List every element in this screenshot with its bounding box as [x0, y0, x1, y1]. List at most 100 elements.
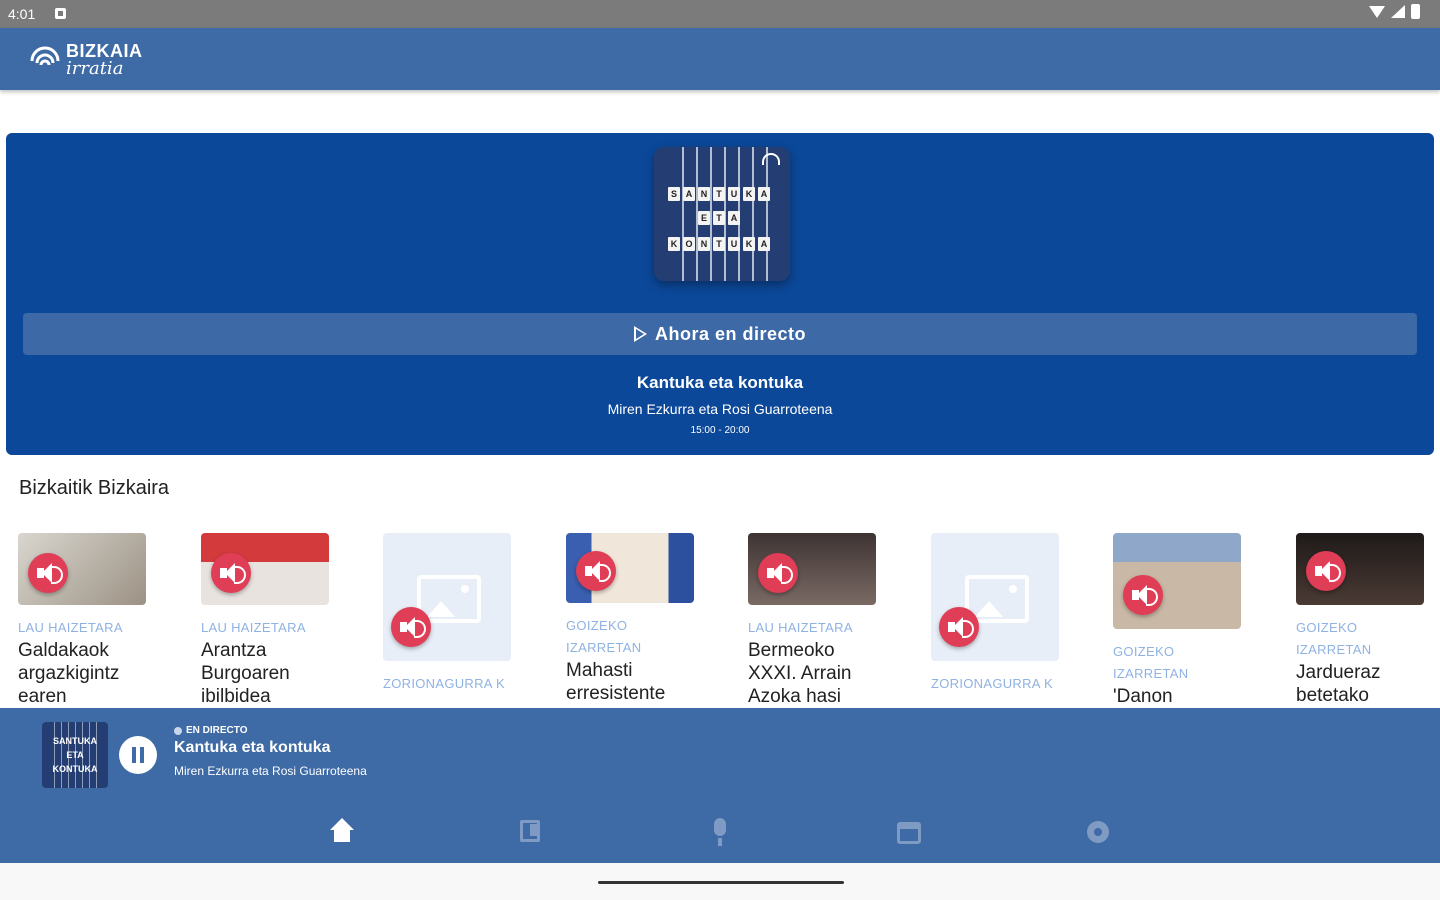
cover-row: ETA [698, 211, 740, 225]
podcast-card[interactable]: GOIZEKO IZARRETAN 'Danon [1113, 533, 1241, 708]
player-title: Kantuka eta kontuka [174, 739, 331, 756]
program-hosts: Miren Ezkurra eta Rosi Guarroteena [607, 401, 833, 417]
section-title: Bizkaitik Bizkaira [19, 477, 170, 499]
mini-player[interactable]: SANTUKA ETA KONTUKA EN DIRECTO Kantuka e… [0, 708, 1440, 800]
home-gesture-handle[interactable] [598, 881, 844, 884]
podcast-card[interactable]: ZORIONAGURRA K [383, 533, 511, 695]
player-hosts: Miren Ezkurra eta Rosi Guarroteena [174, 764, 367, 778]
cover-letter-tile: K [668, 237, 680, 251]
cover-letter-tile: U [728, 187, 740, 201]
cover-letter-tile: U [728, 237, 740, 251]
cover-letter-tile: T [713, 187, 725, 201]
card-thumbnail [748, 533, 876, 605]
cover-letter-tile: T [713, 211, 725, 225]
bottom-navigation [0, 800, 1440, 863]
battery-icon [1411, 4, 1420, 19]
card-thumbnail [1296, 533, 1424, 605]
player-live-badge: EN DIRECTO [174, 725, 248, 736]
status-icons [1369, 4, 1420, 19]
speaker-icon[interactable] [28, 553, 68, 593]
card-category: ZORIONAGURRA K [383, 676, 505, 691]
card-title: Mahasti erresistente [566, 660, 666, 704]
cover-letter-tile: N [698, 237, 710, 251]
status-bar: 4:01 [0, 0, 1440, 28]
signal-icon [1391, 5, 1405, 18]
speaker-icon[interactable] [391, 607, 431, 647]
app-bar: BIZKAIA irratia [0, 28, 1440, 90]
card-title: 'Danon [1113, 686, 1173, 707]
play-icon [633, 326, 647, 342]
program-title: Kantuka eta kontuka [636, 373, 804, 392]
cover-letter-tile: O [683, 237, 695, 251]
cover-letter-tile: K [743, 237, 755, 251]
card-thumbnail-placeholder [383, 533, 511, 661]
logo-line2: irratia [66, 58, 124, 79]
logo-text: BIZKAIA irratia [66, 42, 143, 78]
card-thumbnail [18, 533, 146, 605]
cover-row: SANTUKA [668, 187, 770, 201]
program-hours: 15:00 - 20:00 [690, 425, 750, 436]
cover-row: KONTUKA [668, 237, 770, 251]
card-thumbnail-placeholder [931, 533, 1059, 661]
card-thumbnail [566, 533, 694, 603]
card-title: Jardueraz betetako [1296, 662, 1381, 706]
radio-waves-icon [30, 46, 60, 66]
status-time: 4:01 [8, 6, 36, 22]
speaker-icon[interactable] [1306, 551, 1346, 591]
speaker-icon[interactable] [758, 553, 798, 593]
player-artwork: SANTUKA ETA KONTUKA [42, 722, 108, 788]
podcast-card[interactable]: LAU HAIZETARA Bermeoko XXXI. Arrain Azok… [748, 533, 876, 708]
app-logo[interactable]: BIZKAIA irratia [28, 42, 143, 78]
live-now-label: Ahora en directo [654, 323, 807, 344]
card-category: LAU HAIZETARA [18, 620, 123, 635]
news-icon[interactable] [518, 818, 546, 846]
cover-letter-tile: T [713, 237, 725, 251]
card-title: Galdakaok argazkigintz earen [18, 640, 120, 707]
podcast-card[interactable]: LAU HAIZETARA Arantza Burgoaren ibilbide… [201, 533, 329, 708]
notification-icon [55, 8, 66, 19]
mic-icon[interactable] [706, 818, 734, 846]
wifi-icon [1369, 5, 1385, 18]
cover-letter-tile: A [758, 237, 770, 251]
card-category: LAU HAIZETARA [201, 620, 306, 635]
cover-letter-tile: A [728, 211, 740, 225]
card-category: ZORIONAGURRA K [931, 676, 1053, 691]
cover-letter-tile: S [668, 187, 680, 201]
card-thumbnail [201, 533, 329, 605]
speaker-icon[interactable] [939, 607, 979, 647]
home-icon[interactable] [328, 818, 356, 846]
artwork-line: ETA [66, 750, 84, 760]
live-dot-icon [174, 726, 182, 735]
card-title: Arantza Burgoaren ibilbidea [201, 640, 290, 707]
gear-icon[interactable] [1084, 818, 1112, 846]
cover-letter-tile: K [743, 187, 755, 201]
card-category: GOIZEKO IZARRETAN [1296, 620, 1372, 657]
card-title: Bermeoko XXXI. Arrain Azoka hasi [748, 640, 852, 707]
speaker-icon[interactable] [211, 553, 251, 593]
cover-letter-tile: A [683, 187, 695, 201]
card-category: LAU HAIZETARA [748, 620, 853, 635]
card-category: GOIZEKO IZARRETAN [1113, 644, 1189, 681]
cover-letter-tile: E [698, 211, 710, 225]
system-gesture-bar [0, 863, 1440, 900]
podcast-card[interactable]: GOIZEKO IZARRETAN Mahasti erresistente [566, 533, 694, 705]
podcast-card[interactable]: LAU HAIZETARA Galdakaok argazkigintz ear… [18, 533, 146, 708]
calendar-icon[interactable] [895, 818, 923, 846]
speaker-icon[interactable] [1123, 575, 1163, 615]
artwork-line: SANTUKA [53, 736, 97, 746]
podcast-card[interactable]: ZORIONAGURRA K [931, 533, 1059, 695]
player-live-label: EN DIRECTO [186, 725, 248, 736]
pause-button[interactable] [119, 736, 157, 774]
cover-radio-icon [762, 153, 780, 165]
artwork-line: KONTUKA [52, 764, 98, 774]
podcast-card[interactable]: GOIZEKO IZARRETAN Jardueraz betetako [1296, 533, 1424, 707]
cover-letter-tile: A [758, 187, 770, 201]
card-category: GOIZEKO IZARRETAN [566, 618, 642, 655]
live-hero-card: SANTUKA ETA KONTUKA Ahora en directo Kan… [6, 133, 1434, 455]
podcast-carousel[interactable]: LAU HAIZETARA Galdakaok argazkigintz ear… [0, 533, 1440, 708]
cover-letter-tile: N [698, 187, 710, 201]
card-thumbnail [1113, 533, 1241, 629]
live-now-button[interactable]: Ahora en directo [23, 313, 1417, 355]
program-cover[interactable]: SANTUKA ETA KONTUKA [654, 147, 790, 281]
speaker-icon[interactable] [576, 551, 616, 591]
